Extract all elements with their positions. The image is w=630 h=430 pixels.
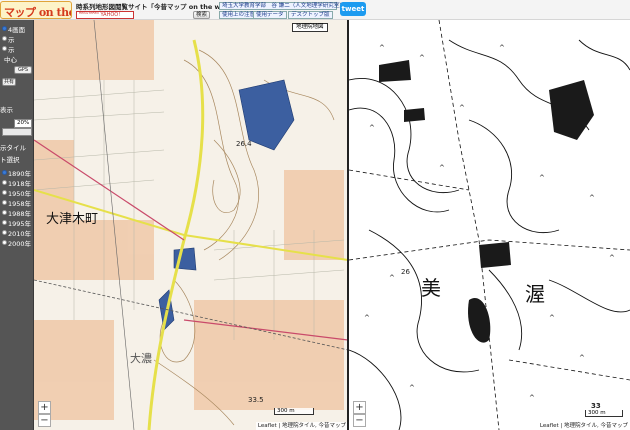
search-button[interactable]: 検索 xyxy=(193,11,211,19)
year-option: 1995年 xyxy=(8,220,32,228)
display-radio-3[interactable] xyxy=(2,46,7,51)
year-radio-0[interactable] xyxy=(2,170,7,175)
year-radio-6[interactable] xyxy=(2,230,7,235)
credit-link[interactable]: 埼玉大学教育学部 谷 謙二（人文地理学研究室） xyxy=(219,2,345,10)
tweet-button[interactable]: tweet xyxy=(340,2,366,16)
svg-text:^: ^ xyxy=(609,254,615,262)
year-radio-4[interactable] xyxy=(2,210,7,215)
svg-text:^: ^ xyxy=(529,394,535,402)
control-sidebar: 4画面 示 示 中心 GPS 共有 表示 20% 示タイル ト選択 1890年 … xyxy=(0,20,34,430)
screen-mode-radio[interactable] xyxy=(2,26,7,31)
svg-text:^: ^ xyxy=(369,124,375,132)
svg-text:^: ^ xyxy=(459,104,465,112)
year-option: 2000年 xyxy=(8,240,32,248)
gps-button[interactable]: GPS xyxy=(14,66,32,74)
site-title: 時系列地形図閲覧サイト「今昔マップ on the web」 xyxy=(76,3,237,11)
place-label-2: 大濃 xyxy=(130,352,152,365)
historical-map-panel[interactable]: ^ ^ ^ ^ ^ ^ ^ ^ ^ ^ ^ ^ ^ ^ ^ 美 渥 26 33 + − 300 m … xyxy=(349,20,630,430)
svg-text:^: ^ xyxy=(499,44,505,52)
desktop-version-link[interactable]: デスクトップ版 xyxy=(288,11,333,19)
scale-bar: 300 m xyxy=(585,410,623,417)
center-label: 中心 xyxy=(4,56,17,64)
attribution-text[interactable]: Leaflet | 地理院タイル, 今昔マップ xyxy=(540,423,628,429)
year-option: 2010年 xyxy=(8,230,32,238)
year-option: 1988年 xyxy=(8,210,32,218)
place-label: 大津木町 xyxy=(46,212,99,227)
historical-topo-map: ^ ^ ^ ^ ^ ^ ^ ^ ^ ^ ^ ^ ^ ^ ^ xyxy=(349,20,630,430)
display-option-3: 示 xyxy=(8,46,15,54)
year-radio-5[interactable] xyxy=(2,220,7,225)
year-option: 1890年 xyxy=(8,170,32,178)
year-radio-7[interactable] xyxy=(2,240,7,245)
svg-text:^: ^ xyxy=(579,354,585,362)
year-option: 1958年 xyxy=(8,200,32,208)
app-header: マップ on the web 時系列地形図閲覧サイト「今昔マップ on the … xyxy=(0,0,630,20)
zoom-out-button[interactable]: − xyxy=(353,414,366,427)
svg-text:^: ^ xyxy=(389,274,395,282)
display-radio-2[interactable] xyxy=(2,36,7,41)
zoom-out-button[interactable]: − xyxy=(38,414,51,427)
display-option-2: 示 xyxy=(8,36,15,44)
spot-height: 33 xyxy=(591,402,601,410)
opacity-select[interactable]: 20% xyxy=(14,119,32,128)
tile-label: 示タイル xyxy=(0,144,26,152)
scale-bar: 300 m xyxy=(274,408,314,415)
screen-mode-label: 4画面 xyxy=(8,26,26,34)
svg-text:^: ^ xyxy=(589,194,595,202)
svg-text:^: ^ xyxy=(439,164,445,172)
year-radio-3[interactable] xyxy=(2,200,7,205)
spot-height: 26 xyxy=(401,268,410,276)
year-radio-2[interactable] xyxy=(2,190,7,195)
map-attribution[interactable]: Leaflet | 地理院タイル, 今昔マップ xyxy=(255,422,348,430)
zoom-in-button[interactable]: + xyxy=(353,401,366,414)
svg-text:^: ^ xyxy=(409,384,415,392)
svg-text:^: ^ xyxy=(549,314,555,322)
year-radio-1[interactable] xyxy=(2,180,7,185)
map-attribution[interactable]: Leaflet | 地理院タイル, 今昔マップ xyxy=(537,422,630,430)
svg-text:^: ^ xyxy=(364,314,370,322)
svg-text:^: ^ xyxy=(539,174,545,182)
svg-text:^: ^ xyxy=(379,44,385,52)
share-button[interactable]: 共有 xyxy=(2,78,16,86)
spot-height: 33.5 xyxy=(248,396,264,404)
logo-text: マップ on the web xyxy=(4,6,71,19)
zoom-in-button[interactable]: + xyxy=(38,401,51,414)
place-label: 渥 xyxy=(525,282,545,306)
modern-map-panel[interactable]: 地理院地図 大津木町 大濃 26.4 33.5 + − 300 m Leafle… xyxy=(34,20,348,430)
attribution-text[interactable]: Leaflet | 地理院タイル, 今昔マップ xyxy=(258,423,346,429)
svg-text:^: ^ xyxy=(419,54,425,62)
display-label: 表示 xyxy=(0,106,13,114)
year-option: 1950年 xyxy=(8,190,32,198)
layer-name-label[interactable]: 地理院地図 xyxy=(292,23,328,32)
site-logo[interactable]: マップ on the web xyxy=(0,1,72,19)
place-label: 美 xyxy=(421,276,441,300)
yahoo-badge[interactable]: ᴿᴱᴳᴵˢᵀᴱᴿᴱᴰ YAHOO! xyxy=(76,11,134,19)
opacity-slider[interactable] xyxy=(2,128,32,136)
select-label: ト選択 xyxy=(0,156,20,164)
spot-height: 26.4 xyxy=(236,140,252,148)
year-option: 1918年 xyxy=(8,180,32,188)
data-sources-link[interactable]: 使用データ xyxy=(253,11,287,19)
